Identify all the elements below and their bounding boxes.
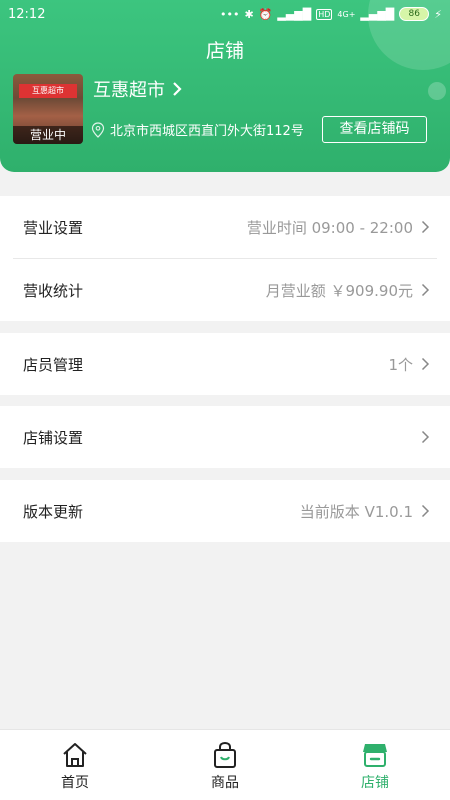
bluetooth-icon: ✱	[244, 7, 254, 21]
tab-home[interactable]: 首页	[0, 730, 150, 800]
menu-group-store: 店铺设置	[0, 406, 450, 468]
status-bar: 12:12 ••• ✱ ⏰ ▂▄▆█ HD 4G+ ▂▄▆█ 86 ⚡	[0, 0, 450, 28]
tab-store[interactable]: 店铺	[300, 730, 450, 800]
network-type: 4G+	[337, 9, 356, 19]
chevron-right-icon	[421, 220, 430, 234]
store-address-text: 北京市西城区西直门外大街112号	[110, 124, 304, 139]
battery-icon: 86	[399, 7, 430, 21]
bottom-tab-bar: 首页 商品 店铺	[0, 729, 450, 800]
business-hours-value: 营业时间 09:00 - 22:00	[246, 218, 413, 237]
status-time: 12:12	[8, 6, 46, 22]
signal-icon: ▂▄▆█	[277, 7, 312, 21]
store-sign: 互惠超市	[19, 84, 77, 98]
version-update-row[interactable]: 版本更新 当前版本 V1.0.1	[0, 480, 450, 542]
store-name: 互惠超市	[93, 80, 165, 101]
menu-group-business: 营业设置 营业时间 09:00 - 22:00 营收统计 月营业额 ￥909.9…	[0, 196, 450, 321]
location-pin-icon	[91, 121, 105, 138]
business-settings-label: 营业设置	[23, 218, 84, 237]
chevron-right-icon	[173, 82, 182, 96]
charging-icon: ⚡	[434, 7, 442, 21]
store-settings-label: 店铺设置	[23, 428, 84, 447]
store-address: 北京市西城区西直门外大街112号	[91, 120, 304, 139]
page-title: 店铺	[205, 40, 244, 62]
revenue-stats-label: 营收统计	[23, 281, 84, 300]
current-version-value: 当前版本 V1.0.1	[299, 502, 413, 521]
chevron-right-icon	[421, 283, 430, 297]
menu-group-staff: 店员管理 1个	[0, 333, 450, 395]
decoration-dot	[428, 82, 446, 100]
home-icon	[63, 743, 87, 767]
menu-group-version: 版本更新 当前版本 V1.0.1	[0, 480, 450, 542]
staff-management-label: 店员管理	[23, 355, 84, 374]
staff-management-row[interactable]: 店员管理 1个	[0, 333, 450, 395]
hd-badge: HD	[316, 8, 333, 20]
bag-icon	[214, 741, 236, 768]
tab-products-label: 商品	[211, 775, 239, 791]
staff-count-value: 1个	[388, 355, 413, 374]
chevron-right-icon	[421, 357, 430, 371]
tab-home-label: 首页	[61, 775, 89, 791]
monthly-revenue-value: 月营业额 ￥909.90元	[265, 281, 413, 300]
store-header: 12:12 ••• ✱ ⏰ ▂▄▆█ HD 4G+ ▂▄▆█ 86 ⚡ 店铺 互…	[0, 0, 450, 172]
signal-icon-2: ▂▄▆█	[360, 7, 395, 21]
business-settings-row[interactable]: 营业设置 营业时间 09:00 - 22:00	[0, 196, 450, 258]
tab-products[interactable]: 商品	[150, 730, 300, 800]
store-name-link[interactable]: 互惠超市	[93, 76, 183, 102]
store-photo[interactable]: 互惠超市 营业中	[13, 74, 83, 144]
store-settings-row[interactable]: 店铺设置	[0, 406, 450, 468]
view-store-qr-button[interactable]: 查看店铺码	[322, 116, 427, 143]
revenue-stats-row[interactable]: 营收统计 月营业额 ￥909.90元	[0, 259, 450, 321]
chevron-right-icon	[421, 430, 430, 444]
store-icon	[363, 744, 387, 767]
business-status-badge: 营业中	[13, 126, 83, 144]
chevron-right-icon	[421, 504, 430, 518]
tab-store-label: 店铺	[361, 775, 389, 791]
more-dots-icon: •••	[220, 7, 240, 21]
alarm-icon: ⏰	[258, 7, 273, 21]
version-update-label: 版本更新	[23, 502, 84, 521]
status-icons: ••• ✱ ⏰ ▂▄▆█ HD 4G+ ▂▄▆█ 86 ⚡	[220, 7, 442, 21]
